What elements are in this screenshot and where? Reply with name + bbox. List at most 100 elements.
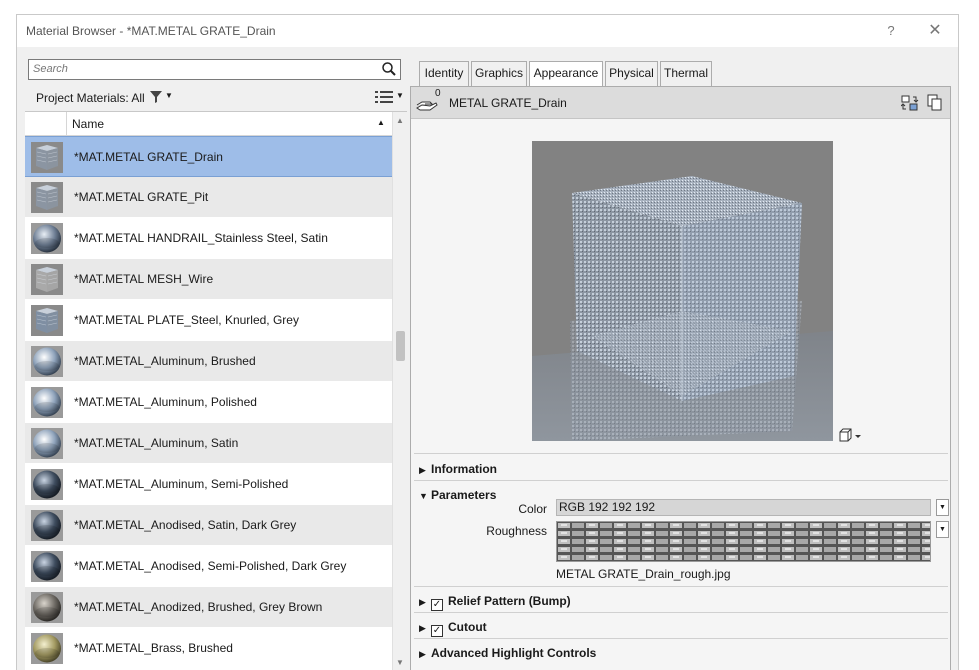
material-name: *MAT.METAL_Aluminum, Brushed <box>74 354 256 368</box>
material-thumbnail <box>31 551 63 582</box>
material-row[interactable]: *MAT.METAL_Anodized, Brushed, Grey Brown <box>25 587 392 628</box>
material-rows: *MAT.METAL GRATE_Drain *MAT.METAL GRATE_… <box>25 136 392 669</box>
material-row[interactable]: *MAT.METAL_Aluminum, Satin <box>25 423 392 464</box>
library-panel: Search Project Materials: All ▼ ▼ Name ▲… <box>25 55 407 670</box>
material-row[interactable]: *MAT.METAL GRATE_Pit <box>25 177 392 218</box>
relief-pattern-label: Relief Pattern (Bump) <box>448 594 571 608</box>
relief-checkbox[interactable]: ✓ <box>431 599 443 611</box>
color-label: Color <box>518 502 547 516</box>
filter-icon[interactable] <box>150 91 162 103</box>
material-thumbnail <box>31 223 63 254</box>
divider <box>414 612 948 613</box>
material-thumbnail <box>31 387 63 418</box>
information-section[interactable]: ▶ Information <box>419 462 497 476</box>
asset-header: 0 METAL GRATE_Drain <box>411 87 950 119</box>
scrollbar-thumb[interactable] <box>396 331 405 361</box>
material-thumbnail <box>31 592 63 623</box>
material-thumbnail <box>31 182 63 213</box>
material-row[interactable]: *MAT.METAL_Aluminum, Semi-Polished <box>25 464 392 505</box>
collapsed-triangle-icon: ▶ <box>419 465 426 475</box>
tab-physical[interactable]: Physical <box>605 61 658 86</box>
expanded-triangle-icon: ▼ <box>419 491 428 501</box>
material-editor: Identity Graphics Appearance Physical Therma… <box>410 55 958 670</box>
material-thumbnail <box>31 346 63 377</box>
divider <box>414 586 948 587</box>
scroll-up-icon[interactable]: ▲ <box>396 116 404 125</box>
search-icon[interactable] <box>381 61 397 77</box>
material-row[interactable]: *MAT.METAL_Brass, Brushed <box>25 628 392 669</box>
roughness-texture-image <box>557 522 930 561</box>
material-name: *MAT.METAL_Aluminum, Polished <box>74 395 257 409</box>
replace-asset-icon[interactable] <box>901 95 919 111</box>
window-title: Material Browser - *MAT.METAL GRATE_Drai… <box>26 24 276 38</box>
material-thumbnail <box>31 510 63 541</box>
grate-cube-render <box>532 141 833 441</box>
material-row[interactable]: *MAT.METAL_Anodised, Satin, Dark Grey <box>25 505 392 546</box>
material-thumbnail <box>31 469 63 500</box>
divider <box>414 638 948 639</box>
material-thumbnail <box>31 633 63 664</box>
divider <box>414 453 948 454</box>
advanced-highlight-section[interactable]: ▶ Advanced Highlight Controls <box>419 646 596 660</box>
material-name: *MAT.METAL_Anodised, Satin, Dark Grey <box>74 518 297 532</box>
roughness-dropdown-button[interactable]: ▼ <box>936 521 949 538</box>
scrollbar[interactable]: ▲ ▼ <box>392 112 407 670</box>
roughness-filename: METAL GRATE_Drain_rough.jpg <box>556 567 731 581</box>
appearance-panel: 0 METAL GRATE_Drain ▶ Information ▼ Para… <box>410 86 951 670</box>
tab-thermal[interactable]: Thermal <box>660 61 712 86</box>
material-browser-window: Material Browser - *MAT.METAL GRATE_Drai… <box>16 14 959 670</box>
color-dropdown-button[interactable]: ▼ <box>936 499 949 516</box>
asset-name: METAL GRATE_Drain <box>449 96 567 110</box>
list-view-icon[interactable] <box>375 90 393 104</box>
filter-dropdown-icon[interactable]: ▼ <box>165 91 173 100</box>
asset-usage-count: 0 <box>435 88 441 99</box>
material-name: *MAT.METAL_Aluminum, Satin <box>74 436 239 450</box>
list-header: Name ▲ <box>25 112 392 136</box>
material-row[interactable]: *MAT.METAL PLATE_Steel, Knurled, Grey <box>25 300 392 341</box>
materials-list: Name ▲ *MAT.METAL GRATE_Drain *MAT.METAL… <box>25 111 407 670</box>
collapsed-triangle-icon: ▶ <box>419 623 426 633</box>
tab-appearance[interactable]: Appearance <box>529 61 603 87</box>
color-field[interactable]: RGB 192 192 192 <box>556 499 931 516</box>
cutout-section[interactable]: ▶ ✓ Cutout <box>419 620 487 637</box>
material-row[interactable]: *MAT.METAL HANDRAIL_Stainless Steel, Sat… <box>25 218 392 259</box>
view-dropdown-icon[interactable]: ▼ <box>396 91 404 100</box>
parameters-section[interactable]: ▼ Parameters <box>419 488 496 502</box>
help-button[interactable]: ? <box>881 21 901 41</box>
name-column-header[interactable]: Name <box>72 117 104 131</box>
sort-ascending-icon[interactable]: ▲ <box>377 118 385 127</box>
material-row[interactable]: *MAT.METAL_Aluminum, Brushed <box>25 341 392 382</box>
scroll-down-icon[interactable]: ▼ <box>396 658 404 667</box>
material-thumbnail <box>31 142 63 173</box>
close-button[interactable]: ✕ <box>925 21 945 41</box>
material-name: *MAT.METAL GRATE_Drain <box>74 150 223 164</box>
material-row[interactable]: *MAT.METAL MESH_Wire <box>25 259 392 300</box>
tab-identity[interactable]: Identity <box>419 61 469 86</box>
thumbnail-column-header <box>25 112 67 136</box>
render-scene-icon[interactable] <box>838 427 864 443</box>
material-row[interactable]: *MAT.METAL GRATE_Drain <box>25 136 392 177</box>
material-name: *MAT.METAL_Aluminum, Semi-Polished <box>74 477 289 491</box>
filter-bar: Project Materials: All ▼ ▼ <box>25 86 407 110</box>
information-label: Information <box>431 462 497 476</box>
collapsed-triangle-icon: ▶ <box>419 597 426 607</box>
cutout-label: Cutout <box>448 620 487 634</box>
material-thumbnail <box>31 264 63 295</box>
search-input[interactable]: Search <box>28 59 401 80</box>
material-row[interactable]: *MAT.METAL_Anodised, Semi-Polished, Dark… <box>25 546 392 587</box>
duplicate-asset-icon[interactable] <box>927 94 943 111</box>
material-thumbnail <box>31 305 63 336</box>
collapsed-triangle-icon: ▶ <box>419 649 426 659</box>
material-row[interactable]: *MAT.METAL_Aluminum, Polished <box>25 382 392 423</box>
material-preview <box>532 141 833 441</box>
material-name: *MAT.METAL GRATE_Pit <box>74 190 209 204</box>
material-name: *MAT.METAL_Anodized, Brushed, Grey Brown <box>74 600 323 614</box>
project-materials-filter[interactable]: Project Materials: All <box>36 91 145 105</box>
roughness-label: Roughness <box>486 524 547 538</box>
roughness-texture-swatch[interactable] <box>556 521 931 562</box>
material-name: *MAT.METAL_Anodised, Semi-Polished, Dark… <box>74 559 347 573</box>
relief-pattern-section[interactable]: ▶ ✓ Relief Pattern (Bump) <box>419 594 571 611</box>
tab-graphics[interactable]: Graphics <box>471 61 527 86</box>
cutout-checkbox[interactable]: ✓ <box>431 625 443 637</box>
search-placeholder: Search <box>33 63 68 75</box>
